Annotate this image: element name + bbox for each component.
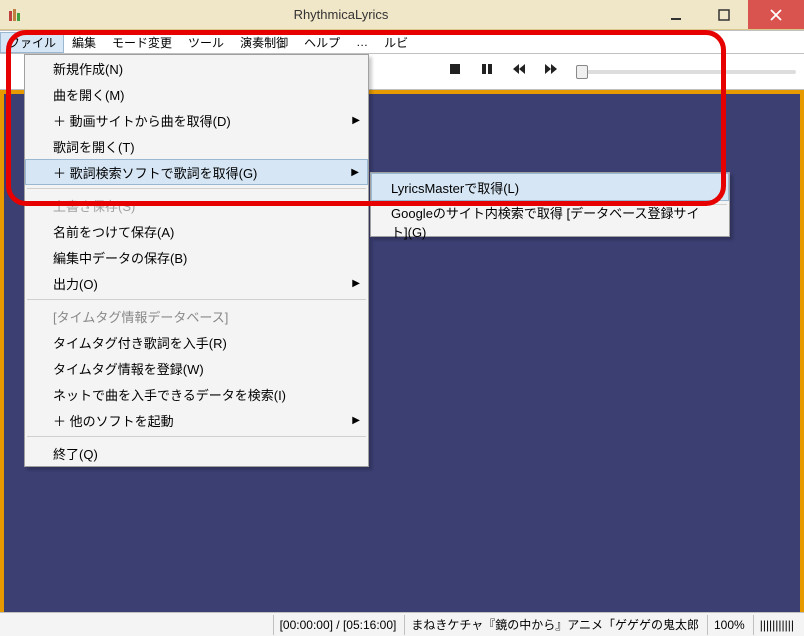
menu-item-overwrite-save: 上書き保存(S)	[25, 192, 368, 218]
chevron-right-icon: ▶	[352, 415, 360, 426]
menu-item-get-lyrics-software[interactable]: ＋ 歌詞検索ソフトで歌詞を取得(G) ▶	[25, 159, 368, 185]
chevron-right-icon: ▶	[352, 278, 360, 289]
menu-separator	[27, 299, 366, 300]
close-button[interactable]	[748, 0, 804, 29]
window-title: RhythmicaLyrics	[30, 7, 652, 22]
menu-item-launch-other[interactable]: ＋ 他のソフトを起動 ▶	[25, 407, 368, 433]
menu-play[interactable]: 演奏制御	[232, 32, 296, 53]
chevron-right-icon: ▶	[352, 115, 360, 126]
menu-item-save-as[interactable]: 名前をつけて保存(A)	[25, 218, 368, 244]
submenu-google-site[interactable]: Googleのサイト内検索で取得 [データベース登録サイト](G)	[371, 208, 729, 236]
status-time: [00:00:00] / [05:16:00]	[273, 615, 403, 635]
menu-tools[interactable]: ツール	[180, 32, 232, 53]
menu-help[interactable]: ヘルプ	[296, 32, 348, 53]
seek-thumb[interactable]	[576, 65, 588, 79]
menu-item-open-lyrics[interactable]: 歌詞を開く(T)	[25, 133, 368, 159]
menu-file[interactable]: ファイル	[0, 32, 64, 53]
status-bar: [00:00:00] / [05:16:00] まねきケチャ『鏡の中から』アニメ…	[0, 612, 804, 636]
stop-button[interactable]	[448, 62, 462, 81]
pause-button[interactable]	[480, 62, 494, 81]
title-buttons	[652, 0, 804, 29]
menu-edit[interactable]: 編集	[64, 32, 104, 53]
rewind-button[interactable]	[512, 62, 526, 81]
menu-item-get-timetag-lyrics[interactable]: タイムタグ付き歌詞を入手(R)	[25, 329, 368, 355]
menu-bar: ファイル 編集 モード変更 ツール 演奏制御 ヘルプ … ルビ	[0, 30, 804, 54]
chevron-right-icon: ▶	[351, 167, 359, 178]
menu-item-get-from-video[interactable]: ＋ 動画サイトから曲を取得(D) ▶	[25, 107, 368, 133]
status-info: まねきケチャ『鏡の中から』アニメ「ゲゲゲの鬼太郎	[404, 615, 705, 635]
menu-item-new[interactable]: 新規作成(N)	[25, 55, 368, 81]
menu-item-exit[interactable]: 終了(Q)	[25, 440, 368, 466]
file-menu-dropdown: 新規作成(N) 曲を開く(M) ＋ 動画サイトから曲を取得(D) ▶ 歌詞を開く…	[24, 54, 369, 467]
title-bar: RhythmicaLyrics	[0, 0, 804, 30]
minimize-button[interactable]	[652, 0, 700, 29]
menu-item-open-song[interactable]: 曲を開く(M)	[25, 81, 368, 107]
menu-separator	[27, 188, 366, 189]
menu-item-search-net[interactable]: ネットで曲を入手できるデータを検索(I)	[25, 381, 368, 407]
submenu-lyricsmaster[interactable]: LyricsMasterで取得(L)	[371, 173, 729, 201]
menu-item-register-timetag[interactable]: タイムタグ情報を登録(W)	[25, 355, 368, 381]
menu-separator	[27, 436, 366, 437]
status-zoom: 100%	[707, 615, 751, 635]
menu-header-timetag-db: [タイムタグ情報データベース]	[25, 303, 368, 329]
app-icon	[6, 6, 24, 24]
menu-item-output[interactable]: 出力(O) ▶	[25, 270, 368, 296]
lyrics-submenu: LyricsMasterで取得(L) Googleのサイト内検索で取得 [データ…	[370, 172, 730, 237]
seek-slider[interactable]	[576, 70, 796, 74]
status-vu: |||||||||||	[753, 615, 800, 635]
menu-ruby[interactable]: ルビ	[376, 32, 416, 53]
menu-item-save-editing[interactable]: 編集中データの保存(B)	[25, 244, 368, 270]
app-window: RhythmicaLyrics ファイル 編集 モード変更 ツール 演奏制御 ヘ…	[0, 0, 804, 636]
maximize-button[interactable]	[700, 0, 748, 29]
menu-mode[interactable]: モード変更	[104, 32, 180, 53]
menu-more[interactable]: …	[348, 33, 376, 51]
forward-button[interactable]	[544, 62, 558, 81]
